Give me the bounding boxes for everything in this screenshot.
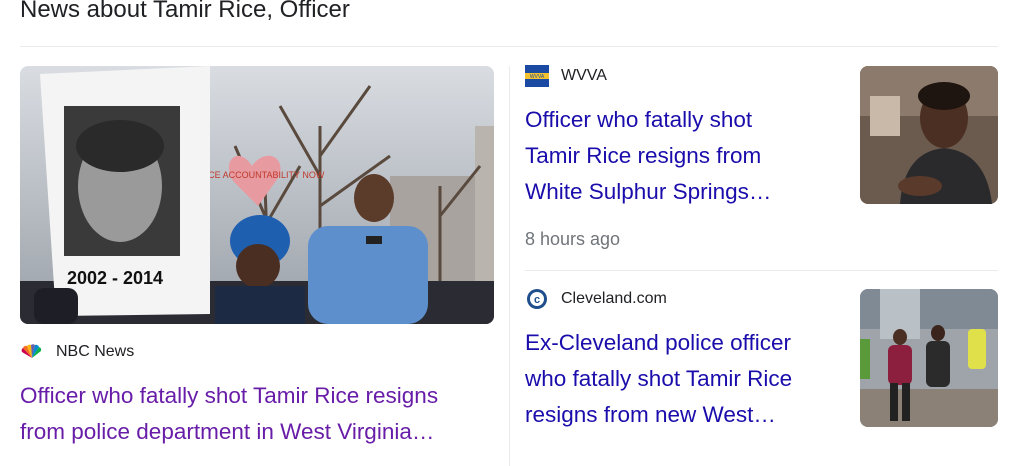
publish-time: 8 hours ago xyxy=(525,229,621,249)
headline-line: Officer who fatally shot Tamir Rice resi… xyxy=(20,383,439,408)
source-name: NBC News xyxy=(56,343,135,360)
divider xyxy=(20,46,998,47)
poster-caption: 2002 - 2014 xyxy=(67,268,163,288)
headline-line: who fatally shot Tamir Rice xyxy=(525,366,793,391)
headline-line: from police department in West Virginia… xyxy=(20,419,435,444)
headline-link[interactable]: Officer who fatally shot Tamir Rice resi… xyxy=(20,378,438,450)
row-divider xyxy=(525,270,998,271)
wvva-logo-icon: WVVA xyxy=(525,65,549,87)
headline-line: Officer who fatally shot xyxy=(525,107,753,132)
headline-link[interactable]: Ex-Cleveland police officer who fatally … xyxy=(525,325,792,433)
headline-line: Ex-Cleveland police officer xyxy=(525,330,791,355)
headline-link[interactable]: Officer who fatally shot Tamir Rice resi… xyxy=(525,102,771,210)
news-thumbnail-march[interactable] xyxy=(860,289,998,427)
news-thumbnail-portrait[interactable] xyxy=(860,66,998,204)
column-divider xyxy=(509,66,510,466)
headline-line: Tamir Rice resigns from xyxy=(525,143,762,168)
source-wvva: WVVA WVVA xyxy=(525,65,607,87)
source-name: Cleveland.com xyxy=(561,290,667,307)
svg-text:WVVA: WVVA xyxy=(530,74,545,80)
svg-text:c: c xyxy=(534,294,540,306)
source-cleveland-com: c Cleveland.com xyxy=(525,289,667,309)
nbc-peacock-icon xyxy=(20,343,44,361)
headline-line: resigns from new West… xyxy=(525,402,776,427)
news-thumbnail-protest[interactable]: POLICE ACCOUNTABILITY NOW 2002 - 2014 xyxy=(20,66,494,324)
source-name: WVVA xyxy=(561,67,607,84)
section-heading: News about Tamir Rice, Officer xyxy=(20,0,350,23)
headline-line: White Sulphur Springs… xyxy=(525,179,772,204)
source-nbc-news: NBC News xyxy=(20,343,134,361)
cleveland-com-logo-icon: c xyxy=(525,289,549,309)
